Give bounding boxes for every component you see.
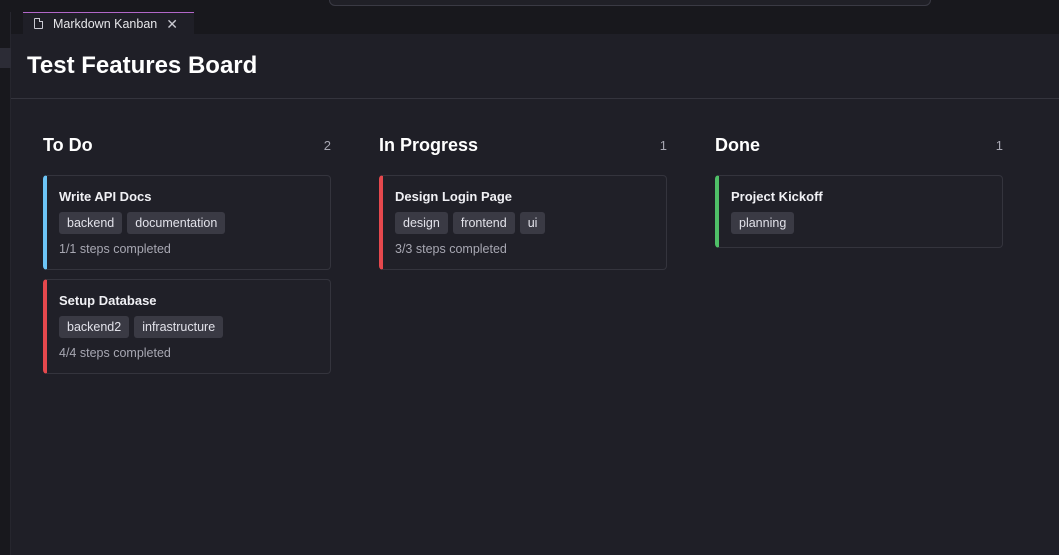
tag[interactable]: planning <box>731 212 795 234</box>
card-steps: 3/3 steps completed <box>395 242 507 256</box>
kanban-card[interactable]: Design Login Page design frontend ui 3/3… <box>379 175 667 270</box>
column-count: 1 <box>659 137 667 153</box>
board-title: Test Features Board <box>27 52 258 79</box>
card-steps: 4/4 steps completed <box>59 346 171 360</box>
column-title: To Do <box>43 134 93 155</box>
kanban-card[interactable]: Write API Docs backend documentation 1/1… <box>43 175 331 270</box>
column-count: 2 <box>323 137 331 153</box>
card-tags: planning <box>731 212 988 234</box>
kanban-editor: Test Features Board To Do 2 Write API Do… <box>11 34 1059 555</box>
column-title: Done <box>715 134 760 155</box>
column-header: In Progress 1 <box>379 135 667 155</box>
card-steps: 1/1 steps completed <box>59 242 171 256</box>
column-to-do: To Do 2 Write API Docs backend documenta… <box>43 135 331 383</box>
tag[interactable]: backend2 <box>59 316 130 338</box>
column-count: 1 <box>995 137 1003 153</box>
card-tags: backend2 infrastructure <box>59 316 316 338</box>
card-title: Project Kickoff <box>731 189 823 204</box>
tag[interactable]: ui <box>519 212 546 234</box>
card-tags: backend documentation <box>59 212 316 234</box>
card-title: Design Login Page <box>395 189 513 204</box>
kanban-card[interactable]: Project Kickoff planning <box>715 175 1003 248</box>
card-title: Write API Docs <box>59 189 152 204</box>
column-title: In Progress <box>379 134 479 155</box>
board-header: Test Features Board <box>11 34 1059 99</box>
tag[interactable]: frontend <box>452 212 515 234</box>
column-header: To Do 2 <box>43 135 331 155</box>
column-header: Done 1 <box>715 135 1003 155</box>
tab-strip: Markdown Kanban ✕ <box>11 12 1059 34</box>
column-done: Done 1 Project Kickoff planning <box>715 135 1003 257</box>
kanban-card[interactable]: Setup Database backend2 infrastructure 4… <box>43 279 331 374</box>
file-icon <box>34 18 43 29</box>
card-title: Setup Database <box>59 293 157 308</box>
tag[interactable]: infrastructure <box>134 316 224 338</box>
close-icon[interactable]: ✕ <box>166 17 178 31</box>
tab-label: Markdown Kanban <box>53 16 158 31</box>
column-in-progress: In Progress 1 Design Login Page design f… <box>379 135 667 279</box>
tag[interactable]: design <box>395 212 448 234</box>
tag[interactable]: documentation <box>127 212 226 234</box>
tab-markdown-kanban[interactable]: Markdown Kanban ✕ <box>23 12 194 34</box>
activity-bar-active-item[interactable] <box>0 48 11 68</box>
card-tags: design frontend ui <box>395 212 652 234</box>
command-center[interactable] <box>329 0 931 6</box>
activity-bar <box>0 12 11 555</box>
tag[interactable]: backend <box>59 212 123 234</box>
